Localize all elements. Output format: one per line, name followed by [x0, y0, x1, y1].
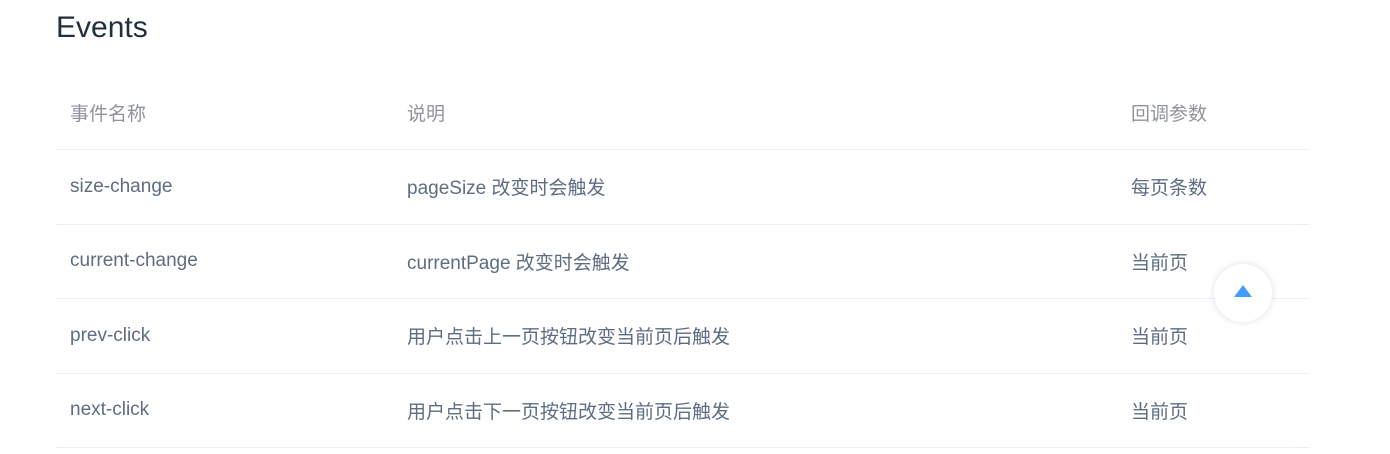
table-row: current-change currentPage 改变时会触发 当前页 — [56, 224, 1309, 299]
header-callback-params: 回调参数 — [1117, 75, 1309, 150]
callback-params-cell: 当前页 — [1117, 298, 1309, 374]
event-description-cell: pageSize 改变时会触发 — [393, 149, 1117, 225]
event-name-cell: current-change — [56, 224, 393, 299]
callback-params-cell: 当前页 — [1117, 224, 1309, 299]
event-name-cell: next-click — [56, 373, 393, 448]
event-name-cell: prev-click — [56, 298, 393, 374]
callback-params-cell: 每页条数 — [1117, 149, 1309, 225]
table-row: next-click 用户点击下一页按钮改变当前页后触发 当前页 — [56, 373, 1309, 448]
event-name-cell: size-change — [56, 149, 393, 225]
event-description-cell: currentPage 改变时会触发 — [393, 224, 1117, 299]
events-table: 事件名称 说明 回调参数 size-change pageSize 改变时会触发… — [56, 75, 1309, 448]
events-section: Events 事件名称 说明 回调参数 size-change pageSize… — [0, 0, 1390, 454]
callback-params-cell: 当前页 — [1117, 373, 1309, 448]
header-event-name: 事件名称 — [56, 75, 393, 150]
table-header-row: 事件名称 说明 回调参数 — [56, 75, 1309, 150]
section-title: Events — [56, 11, 148, 44]
table-row: prev-click 用户点击上一页按钮改变当前页后触发 当前页 — [56, 298, 1309, 374]
back-to-top-button[interactable] — [1214, 264, 1272, 322]
caret-up-icon — [1233, 284, 1253, 303]
table-row: size-change pageSize 改变时会触发 每页条数 — [56, 149, 1309, 225]
header-description: 说明 — [393, 75, 1117, 150]
event-description-cell: 用户点击上一页按钮改变当前页后触发 — [393, 298, 1117, 374]
event-description-cell: 用户点击下一页按钮改变当前页后触发 — [393, 373, 1117, 448]
